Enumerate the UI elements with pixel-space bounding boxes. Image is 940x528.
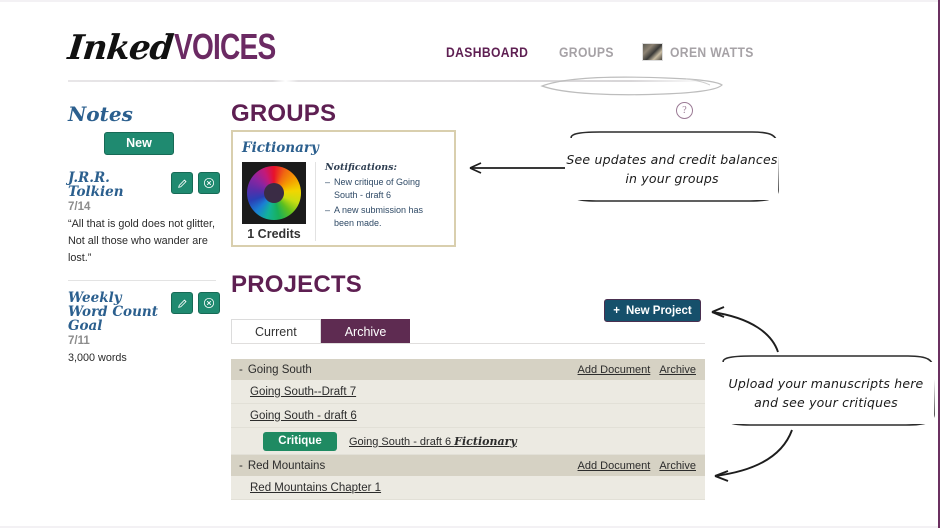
notifications-label: Notifications: [325, 162, 397, 173]
note-body: “All that is gold does not glitter, Not … [68, 218, 216, 264]
annotation-callout-projects: Upload your manuscripts here and see you… [718, 362, 934, 424]
collapse-toggle-icon[interactable]: - [239, 364, 243, 376]
delete-note-button[interactable] [198, 172, 220, 194]
annotation-text: See updates and credit balances in your … [566, 152, 778, 186]
nav-item-dashboard[interactable]: DASHBOARD [446, 45, 528, 60]
header-divider [68, 76, 723, 98]
dashboard-page: InkedVOICES DASHBOARD GROUPS OREN WATTS … [0, 0, 940, 528]
add-document-link[interactable]: Add Document [578, 364, 651, 376]
archive-link[interactable]: Archive [659, 364, 696, 376]
group-card[interactable]: Fictionary 1 Credits Notifications: New … [231, 130, 456, 247]
project-row[interactable]: - Going South Add Document Archive [231, 359, 705, 380]
note-item: Weekly Word Count Goal 7/11 3,000 words [68, 291, 220, 367]
document-link[interactable]: Red Mountains Chapter 1 [250, 482, 381, 494]
pencil-icon [177, 299, 187, 308]
critique-document-title: Going South - draft 6 [349, 435, 455, 448]
document-row[interactable]: Going South - draft 6 [231, 404, 705, 428]
edit-note-button[interactable] [171, 172, 193, 194]
project-title: Going South [247, 363, 312, 376]
logo-bold-text: VOICES [173, 26, 276, 67]
note-title[interactable]: Weekly Word Count Goal [68, 291, 160, 333]
document-link[interactable]: Going South--Draft 7 [250, 386, 356, 398]
projects-list: - Going South Add Document Archive Going … [231, 359, 705, 500]
projects-section-title: PROJECTS [231, 271, 362, 298]
add-document-link[interactable]: Add Document [578, 460, 651, 472]
critique-row: Critique Going South - draft 6 Fictionar… [231, 428, 705, 455]
site-header: InkedVOICES DASHBOARD GROUPS OREN WATTS [0, 0, 814, 96]
project-name: - Red Mountains [239, 460, 325, 472]
notification-item: A new submission has been made. [325, 204, 445, 230]
note-body: 3,000 words [68, 352, 127, 364]
document-row[interactable]: Red Mountains Chapter 1 [231, 476, 705, 500]
project-row-links: Add Document Archive [578, 460, 696, 472]
document-row[interactable]: Going South--Draft 7 [231, 380, 705, 404]
group-thumbnail: 1 Credits [242, 162, 306, 241]
archive-link[interactable]: Archive [659, 460, 696, 472]
tab-current[interactable]: Current [231, 319, 321, 344]
plus-icon: + [613, 304, 620, 317]
color-wheel-icon [242, 162, 306, 224]
new-project-button[interactable]: + New Project [604, 299, 701, 322]
avatar [642, 43, 664, 61]
edit-note-button[interactable] [171, 292, 193, 314]
note-item: J.R.R. Tolkien 7/14 “All that is gold do… [68, 171, 220, 267]
new-note-button[interactable]: New [104, 132, 174, 155]
note-date: 7/11 [68, 335, 90, 347]
notification-item: New critique of Going South - draft 6 [325, 176, 445, 202]
critique-group-name: Fictionary [454, 434, 517, 448]
note-actions [171, 172, 220, 194]
project-row-links: Add Document Archive [578, 364, 696, 376]
close-circle-icon [203, 297, 215, 309]
project-tabs: Current Archive [231, 319, 411, 344]
tabs-underline [231, 343, 705, 344]
logo-script-text: Inked [65, 28, 175, 68]
user-menu[interactable]: OREN WATTS [642, 43, 763, 61]
annotation-text: Upload your manuscripts here and see you… [728, 376, 924, 410]
note-title[interactable]: J.R.R. Tolkien [68, 171, 160, 199]
close-circle-icon [203, 177, 215, 189]
tab-archive[interactable]: Archive [320, 319, 411, 344]
critique-button[interactable]: Critique [263, 431, 337, 451]
group-name[interactable]: Fictionary [242, 140, 445, 156]
document-link[interactable]: Going South - draft 6 [250, 410, 357, 422]
main-navigation: DASHBOARD GROUPS OREN WATTS [446, 43, 763, 61]
project-row[interactable]: - Red Mountains Add Document Archive [231, 455, 705, 476]
groups-section-title: GROUPS [231, 100, 337, 127]
collapse-toggle-icon[interactable]: - [239, 460, 243, 472]
nav-item-groups[interactable]: GROUPS [559, 45, 614, 60]
user-name-label[interactable]: OREN WATTS [670, 45, 754, 60]
group-notifications: Notifications: New critique of Going Sou… [315, 162, 445, 241]
delete-note-button[interactable] [198, 292, 220, 314]
annotation-callout-groups: See updates and credit balances in your … [566, 138, 778, 200]
note-actions [171, 292, 220, 314]
project-title: Red Mountains [247, 459, 326, 472]
pen-doodle-icon [540, 76, 723, 96]
project-name: - Going South [239, 364, 312, 376]
note-date: 7/14 [68, 201, 91, 213]
pencil-icon [177, 179, 187, 188]
new-project-label: New Project [625, 304, 692, 317]
notes-panel: Notes New J.R.R. Tolkien 7/14 “All that … [68, 102, 220, 380]
group-credits: 1 Credits [247, 227, 301, 241]
notes-separator [68, 280, 216, 281]
critique-document-link[interactable]: Going South - draft 6 Fictionary [349, 435, 517, 448]
site-logo[interactable]: InkedVOICES [65, 26, 304, 68]
notes-title: Notes [68, 102, 133, 126]
help-icon[interactable]: ? [676, 102, 693, 119]
